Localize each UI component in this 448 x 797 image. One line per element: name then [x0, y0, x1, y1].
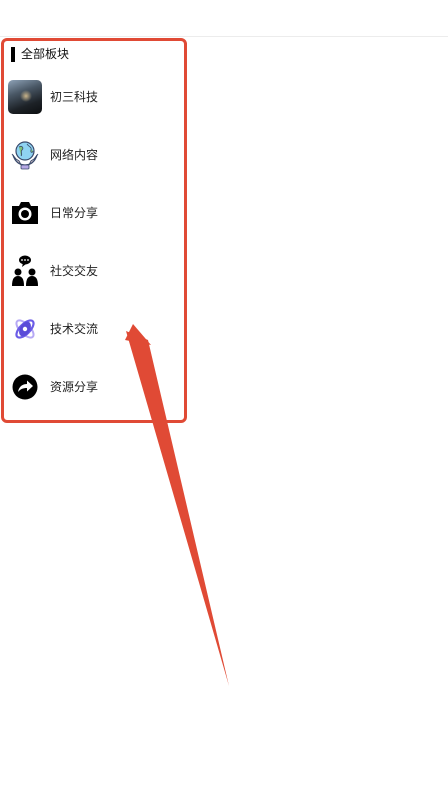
- globe-hands-icon: [8, 138, 42, 172]
- atom-icon: [8, 312, 42, 346]
- section-accent-bar: [11, 46, 15, 62]
- people-chat-icon: [8, 254, 42, 288]
- category-item-ziyuan-fenxiang[interactable]: 资源分享: [0, 370, 186, 420]
- category-item-richang-fenxiang[interactable]: 日常分享: [0, 196, 186, 246]
- category-label: 初三科技: [50, 90, 99, 104]
- category-label: 网络内容: [50, 148, 99, 162]
- share-arrow-icon: [8, 370, 42, 404]
- category-label: 资源分享: [50, 380, 99, 394]
- section-title: 全部板块: [21, 47, 70, 61]
- section-header: 全部板块: [11, 46, 69, 62]
- category-item-jishu-jiaoliu[interactable]: 技术交流: [0, 312, 186, 362]
- camera-icon: [8, 196, 42, 230]
- category-sidebar: 全部板块 初三科技 网络内容 日常分享 社交交友 技术交流 资源分享: [0, 38, 186, 423]
- category-item-chusan-keji[interactable]: 初三科技: [0, 80, 186, 130]
- app-screen: 全部板块 初三科技 网络内容 日常分享 社交交友 技术交流 资源分享: [0, 0, 448, 797]
- category-item-shejiao-jiaoyou[interactable]: 社交交友: [0, 254, 186, 304]
- category-label: 社交交友: [50, 264, 99, 278]
- header-divider: [0, 36, 448, 37]
- category-item-wangluo-neirong[interactable]: 网络内容: [0, 138, 186, 188]
- photo-thumbnail-icon: [8, 80, 42, 114]
- category-label: 日常分享: [50, 206, 99, 220]
- category-label: 技术交流: [50, 322, 99, 336]
